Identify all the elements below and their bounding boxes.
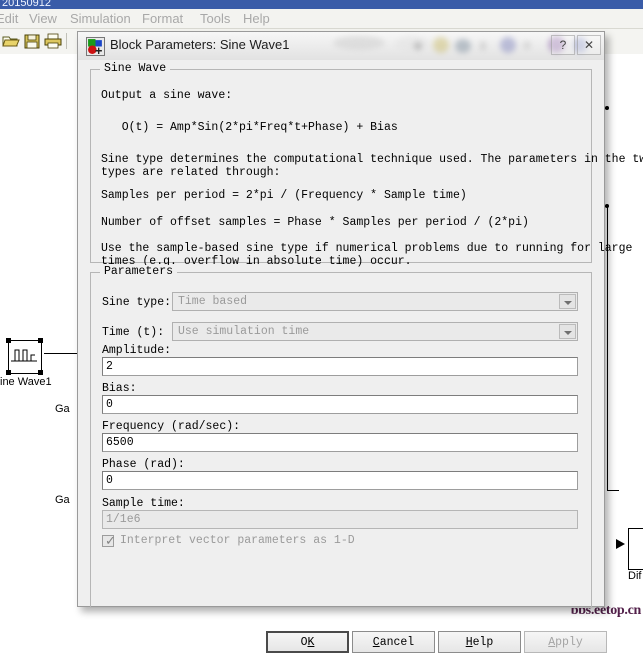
glass-blur-artifact [480, 41, 486, 51]
selection-handle[interactable] [38, 338, 43, 343]
close-icon: ✕ [583, 38, 595, 52]
frequency-value: 6500 [106, 436, 134, 449]
time-t-value: Use simulation time [178, 325, 310, 338]
difference-block[interactable] [628, 528, 643, 570]
signal-junction [605, 106, 609, 110]
chevron-down-icon[interactable] [559, 324, 576, 339]
sine-type-select[interactable]: Time based [172, 292, 578, 311]
time-t-label: Time (t): [102, 326, 165, 339]
apply-button[interactable]: Apply [524, 631, 607, 653]
glass-blur-artifact [455, 39, 471, 53]
description-line-1: Output a sine wave: [101, 89, 233, 102]
bias-value: 0 [106, 398, 113, 411]
selection-handle[interactable] [6, 370, 11, 375]
os-window-title: 20150912 [2, 0, 51, 9]
chevron-down-icon[interactable] [559, 294, 576, 309]
ok-button-label: OK [300, 635, 315, 649]
sine-type-label: Sine type: [102, 296, 172, 309]
block-parameters-dialog[interactable]: Block Parameters: Sine Wave1 ? ✕ Sine Wa… [77, 31, 643, 653]
dialog-body: Sine Wave Output a sine wave: O(t) = Amp… [78, 60, 643, 653]
menu-item-format[interactable]: Format [142, 11, 183, 26]
sine-wave-group-title: Sine Wave [100, 62, 171, 75]
glass-blur-artifact [414, 42, 422, 50]
amplitude-input[interactable]: 2 [102, 357, 578, 376]
sample-time-value: 1/1e6 [106, 513, 141, 526]
amplitude-label: Amplitude: [102, 344, 172, 357]
phase-label: Phase (rad): [102, 458, 185, 471]
glass-blur-artifact [433, 37, 449, 53]
signal-junction [605, 204, 609, 208]
glass-blur-artifact [500, 37, 516, 53]
titlebar-help-button[interactable]: ? [551, 35, 575, 55]
help-button[interactable]: Help [438, 631, 521, 653]
question-mark-icon: ? [559, 38, 567, 52]
sample-time-input[interactable]: 1/1e6 [102, 510, 578, 529]
sine-wave-description-group: Sine Wave Output a sine wave: O(t) = Amp… [90, 62, 643, 268]
sine-wave-block-label: ine Wave1 [0, 376, 52, 388]
input-arrow-icon [616, 539, 625, 549]
menu-item-help[interactable]: Help [243, 11, 270, 26]
description-line-12: Use the sample-based sine type if numeri… [101, 242, 633, 255]
description-line-6: types are related through: [101, 166, 281, 179]
cancel-button[interactable]: Cancel [352, 631, 435, 653]
description-line-5: Sine type determines the computational t… [101, 153, 643, 166]
glass-blur-artifact [523, 41, 531, 50]
glass-blur-artifact [395, 36, 429, 52]
sine-wave-block[interactable] [8, 340, 42, 374]
description-line-8: Samples per period = 2*pi / (Frequency *… [101, 189, 467, 202]
checkbox-box[interactable]: ✓ [102, 533, 116, 548]
simulink-block-icon [86, 37, 105, 56]
signal-wire [607, 451, 608, 491]
menu-item-edit[interactable]: Edit [0, 11, 18, 26]
menubar: Edit View Simulation Format Tools Help [0, 9, 643, 29]
menu-item-view[interactable]: View [29, 11, 57, 26]
save-icon[interactable] [23, 32, 41, 50]
cancel-button-label: Cancel [372, 635, 415, 649]
sine-type-value: Time based [178, 295, 248, 308]
titlebar-close-button[interactable]: ✕ [577, 35, 601, 55]
sample-time-label: Sample time: [102, 497, 185, 510]
apply-button-label: Apply [548, 635, 583, 649]
print-icon[interactable] [44, 32, 62, 50]
frequency-input[interactable]: 6500 [102, 433, 578, 452]
interpret-vector-label: Interpret vector parameters as 1-D [120, 534, 355, 547]
phase-input[interactable]: 0 [102, 471, 578, 490]
open-folder-icon[interactable] [2, 32, 20, 50]
selection-handle[interactable] [38, 370, 43, 375]
bias-label: Bias: [102, 382, 137, 395]
ok-button[interactable]: OK [266, 631, 349, 653]
menu-item-tools[interactable]: Tools [200, 11, 230, 26]
signal-wire [607, 490, 619, 491]
dialog-title: Block Parameters: Sine Wave1 [110, 37, 290, 52]
gain-block-label-1: Ga [55, 403, 70, 415]
dialog-titlebar[interactable]: Block Parameters: Sine Wave1 ? ✕ [78, 32, 604, 61]
toolbar-separator [66, 33, 67, 49]
checkmark-icon: ✓ [105, 533, 116, 548]
description-line-10: Number of offset samples = Phase * Sampl… [101, 216, 529, 229]
frequency-label: Frequency (rad/sec): [102, 420, 241, 433]
phase-value: 0 [106, 474, 113, 487]
description-line-3: O(t) = Amp*Sin(2*pi*Freq*t+Phase) + Bias [101, 121, 398, 134]
glass-blur-artifact [333, 36, 385, 50]
gain-block-label-2: Ga [55, 494, 70, 506]
time-t-select[interactable]: Use simulation time [172, 322, 578, 341]
bias-input[interactable]: 0 [102, 395, 578, 414]
os-window-titlebar: 20150912 [0, 0, 643, 9]
difference-block-label: Dif [628, 570, 642, 582]
parameters-group-title: Parameters [100, 265, 178, 278]
sine-wave-glyph [11, 349, 37, 362]
selection-handle[interactable] [6, 338, 11, 343]
menu-item-simulation[interactable]: Simulation [70, 11, 131, 26]
amplitude-value: 2 [106, 360, 113, 373]
help-button-label: Help [465, 635, 494, 649]
